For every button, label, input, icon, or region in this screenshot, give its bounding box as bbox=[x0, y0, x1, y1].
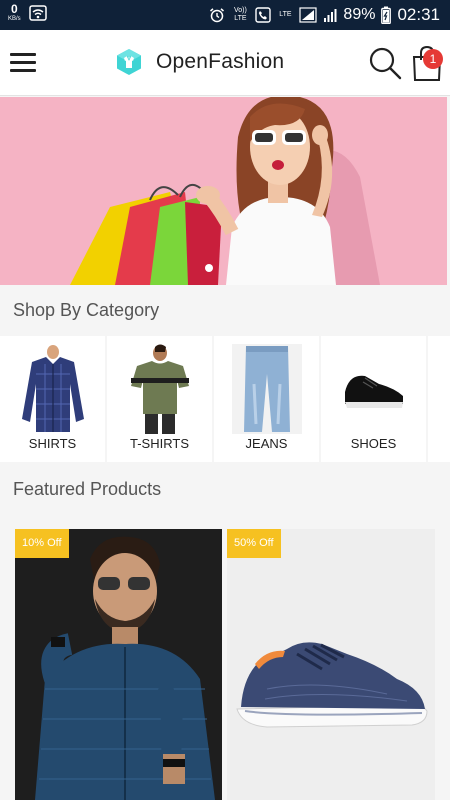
call-icon bbox=[255, 7, 272, 23]
volte-indicator: Vo)) LTE bbox=[234, 7, 247, 22]
category-label: SHOES bbox=[350, 436, 397, 451]
category-list: SHIRTS T-SHIRTS JEANS SHOES bbox=[0, 336, 450, 462]
category-label: JEANS bbox=[245, 436, 288, 451]
product-image bbox=[227, 529, 435, 800]
network-speed: 0 KB/s bbox=[8, 3, 21, 22]
featured-products-heading: Featured Products bbox=[13, 479, 162, 499]
category-card-shoes[interactable]: SHOES bbox=[321, 336, 426, 462]
product-image bbox=[15, 529, 222, 800]
t-shirt-image bbox=[131, 344, 189, 434]
shoe-image bbox=[345, 375, 403, 408]
wifi-icon bbox=[28, 4, 47, 21]
signal-icon-2 bbox=[324, 9, 337, 22]
category-label: T-SHIRTS bbox=[130, 436, 189, 451]
app-bar: OpenFashion 1 bbox=[0, 30, 450, 96]
brand: OpenFashion bbox=[116, 48, 284, 76]
jeans-image bbox=[232, 344, 302, 434]
banner-image bbox=[0, 97, 447, 285]
product-card[interactable]: 10% Off bbox=[15, 529, 222, 800]
lte-indicator: LTE bbox=[279, 11, 292, 18]
shop-by-category-heading: Shop By Category bbox=[13, 300, 160, 320]
battery-percentage: 89% bbox=[343, 6, 376, 23]
search-button[interactable] bbox=[366, 44, 404, 82]
signal-icon bbox=[299, 7, 318, 23]
shirt-image bbox=[22, 345, 84, 432]
category-card-jeans[interactable]: JEANS bbox=[214, 336, 319, 462]
clock: 02:31 bbox=[397, 5, 440, 24]
app-logo-icon bbox=[117, 49, 141, 75]
discount-badge: 50% Off bbox=[227, 529, 281, 558]
search-icon bbox=[369, 47, 402, 80]
menu-button[interactable] bbox=[6, 46, 40, 80]
category-card-shirts[interactable]: SHIRTS bbox=[0, 336, 105, 462]
battery-icon bbox=[381, 6, 392, 24]
net-speed-unit: KB/s bbox=[8, 16, 21, 22]
category-label: SHIRTS bbox=[28, 436, 77, 451]
cart-count-badge: 1 bbox=[423, 49, 443, 69]
alarm-icon bbox=[210, 8, 225, 23]
carousel-indicator-dot[interactable] bbox=[205, 264, 213, 272]
discount-badge: 10% Off bbox=[15, 529, 69, 558]
net-speed-value: 0 bbox=[10, 2, 18, 16]
category-card-t-shirts[interactable]: T-SHIRTS bbox=[107, 336, 212, 462]
cart-button[interactable]: 1 bbox=[410, 44, 444, 82]
product-card[interactable]: 50% Off bbox=[227, 529, 435, 800]
app-title: OpenFashion bbox=[156, 50, 285, 73]
promo-banner[interactable] bbox=[0, 97, 447, 285]
category-card-partial[interactable] bbox=[428, 336, 450, 462]
status-bar: 0 KB/s Vo)) LTE LTE 89% 02:31 bbox=[0, 0, 450, 30]
